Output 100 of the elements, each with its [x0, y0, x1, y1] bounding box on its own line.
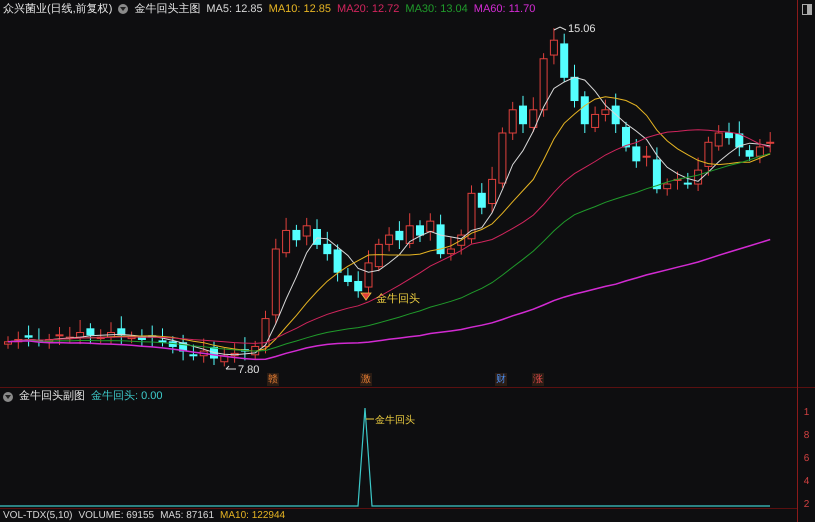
ma-reading: MA30: 13.04 [405, 2, 468, 17]
candlestick [622, 121, 630, 152]
candlestick [735, 120, 744, 157]
candlestick [488, 166, 496, 214]
axis-label: 4 [804, 476, 810, 488]
candlestick [313, 218, 321, 250]
candlestick [684, 172, 692, 190]
ma-reading: MA60: 11.70 [474, 2, 536, 17]
candlestick [302, 217, 311, 246]
event-marker[interactable]: 涨 [532, 373, 544, 386]
candlestick [529, 96, 538, 133]
candlestick [220, 347, 228, 367]
volume-reading: MA5: 87161 [160, 509, 214, 522]
candlestick [725, 122, 733, 146]
candlestick [138, 328, 146, 347]
candlestick [374, 238, 383, 272]
candlestick [704, 136, 712, 176]
panel-toggle-icon[interactable] [802, 4, 812, 14]
dropdown-icon[interactable] [118, 4, 128, 14]
candlestick [354, 270, 362, 298]
high-price-label: 15.06 [554, 23, 596, 35]
indicator-name[interactable]: 金牛回头主图 [134, 0, 200, 18]
candlestick [540, 52, 548, 118]
candlestick [66, 326, 74, 344]
volume-indicator-name[interactable]: VOL-TDX(5,10) [3, 508, 72, 522]
candlestick [498, 126, 506, 188]
sub-chart-title[interactable]: 金牛回头副图 [19, 388, 85, 405]
stock-title: 众兴菌业(日线,前复权) [3, 2, 112, 17]
event-marker[interactable]: 激 [360, 373, 372, 386]
candlestick [478, 182, 486, 215]
axis-label: 2 [804, 499, 810, 511]
volume-reading: MA10: 122944 [220, 509, 286, 522]
candlestick [663, 178, 672, 196]
candlestick [189, 344, 198, 361]
candlestick [385, 226, 394, 252]
ma-reading: MA20: 12.72 [337, 2, 400, 17]
candlestick [694, 157, 702, 192]
low-price-label: 7.80 [226, 364, 260, 373]
candlestick [96, 328, 105, 344]
ma-reading: MA10: 12.85 [268, 2, 332, 17]
event-marker[interactable]: 财 [495, 373, 507, 386]
candlestick [601, 99, 610, 122]
candlestick [446, 236, 455, 262]
candlestick [580, 90, 589, 134]
candlestick [612, 93, 620, 134]
candlestick [714, 124, 723, 152]
signal-triangle-icon [360, 292, 372, 301]
candlestick [168, 336, 177, 354]
candlestick [508, 101, 517, 140]
candlestick [210, 341, 218, 366]
candlestick [107, 322, 115, 345]
candlestick [344, 268, 352, 287]
candlestick [76, 320, 84, 345]
candlestick [632, 138, 640, 168]
candlestick [468, 184, 476, 244]
collapse-icon[interactable] [3, 392, 13, 402]
candlestick [426, 212, 434, 242]
candlestick [406, 212, 414, 249]
candlestick [240, 336, 249, 361]
candlestick [323, 231, 332, 262]
candlestick [86, 322, 94, 345]
candlestick [436, 214, 445, 259]
candlestick [4, 336, 12, 350]
sub-chart-reading: 金牛回头: 0.00 [91, 389, 163, 404]
candlestick [117, 316, 126, 345]
candlestick [519, 95, 527, 134]
candlestick [746, 144, 754, 162]
candlestick [416, 220, 424, 243]
axis-label: 6 [804, 453, 810, 465]
candlestick [158, 328, 166, 347]
signal-label: 金牛回头 [366, 415, 415, 426]
candlestick [395, 220, 404, 250]
candlestick [262, 310, 270, 354]
candlestick [652, 146, 661, 194]
candlestick [457, 229, 466, 256]
ma-reading: MA5: 12.85 [206, 2, 263, 17]
candlestick [56, 326, 64, 346]
candlestick [251, 340, 260, 360]
candlestick [756, 138, 764, 164]
candlestick [550, 28, 558, 65]
candlestick [128, 331, 136, 344]
candlestick [766, 132, 774, 153]
axis-label: 1 [804, 407, 810, 419]
axis-label: 8 [804, 430, 810, 442]
candlestick [642, 146, 651, 167]
candlestick [24, 325, 33, 347]
candlestick [282, 217, 290, 258]
candlestick [45, 333, 54, 350]
candlestick [674, 171, 682, 190]
candlestick [230, 342, 239, 364]
candlestick [334, 244, 342, 282]
candlestick [591, 106, 600, 133]
candlestick [179, 334, 188, 361]
event-marker[interactable]: 赣 [267, 373, 279, 386]
candlestick [292, 224, 300, 248]
candlestick [570, 64, 578, 108]
volume-reading: VOLUME: 69155 [78, 509, 154, 522]
candlestick [14, 331, 22, 350]
candlestick [560, 33, 568, 82]
signal-label: 金牛回头 [376, 293, 420, 305]
